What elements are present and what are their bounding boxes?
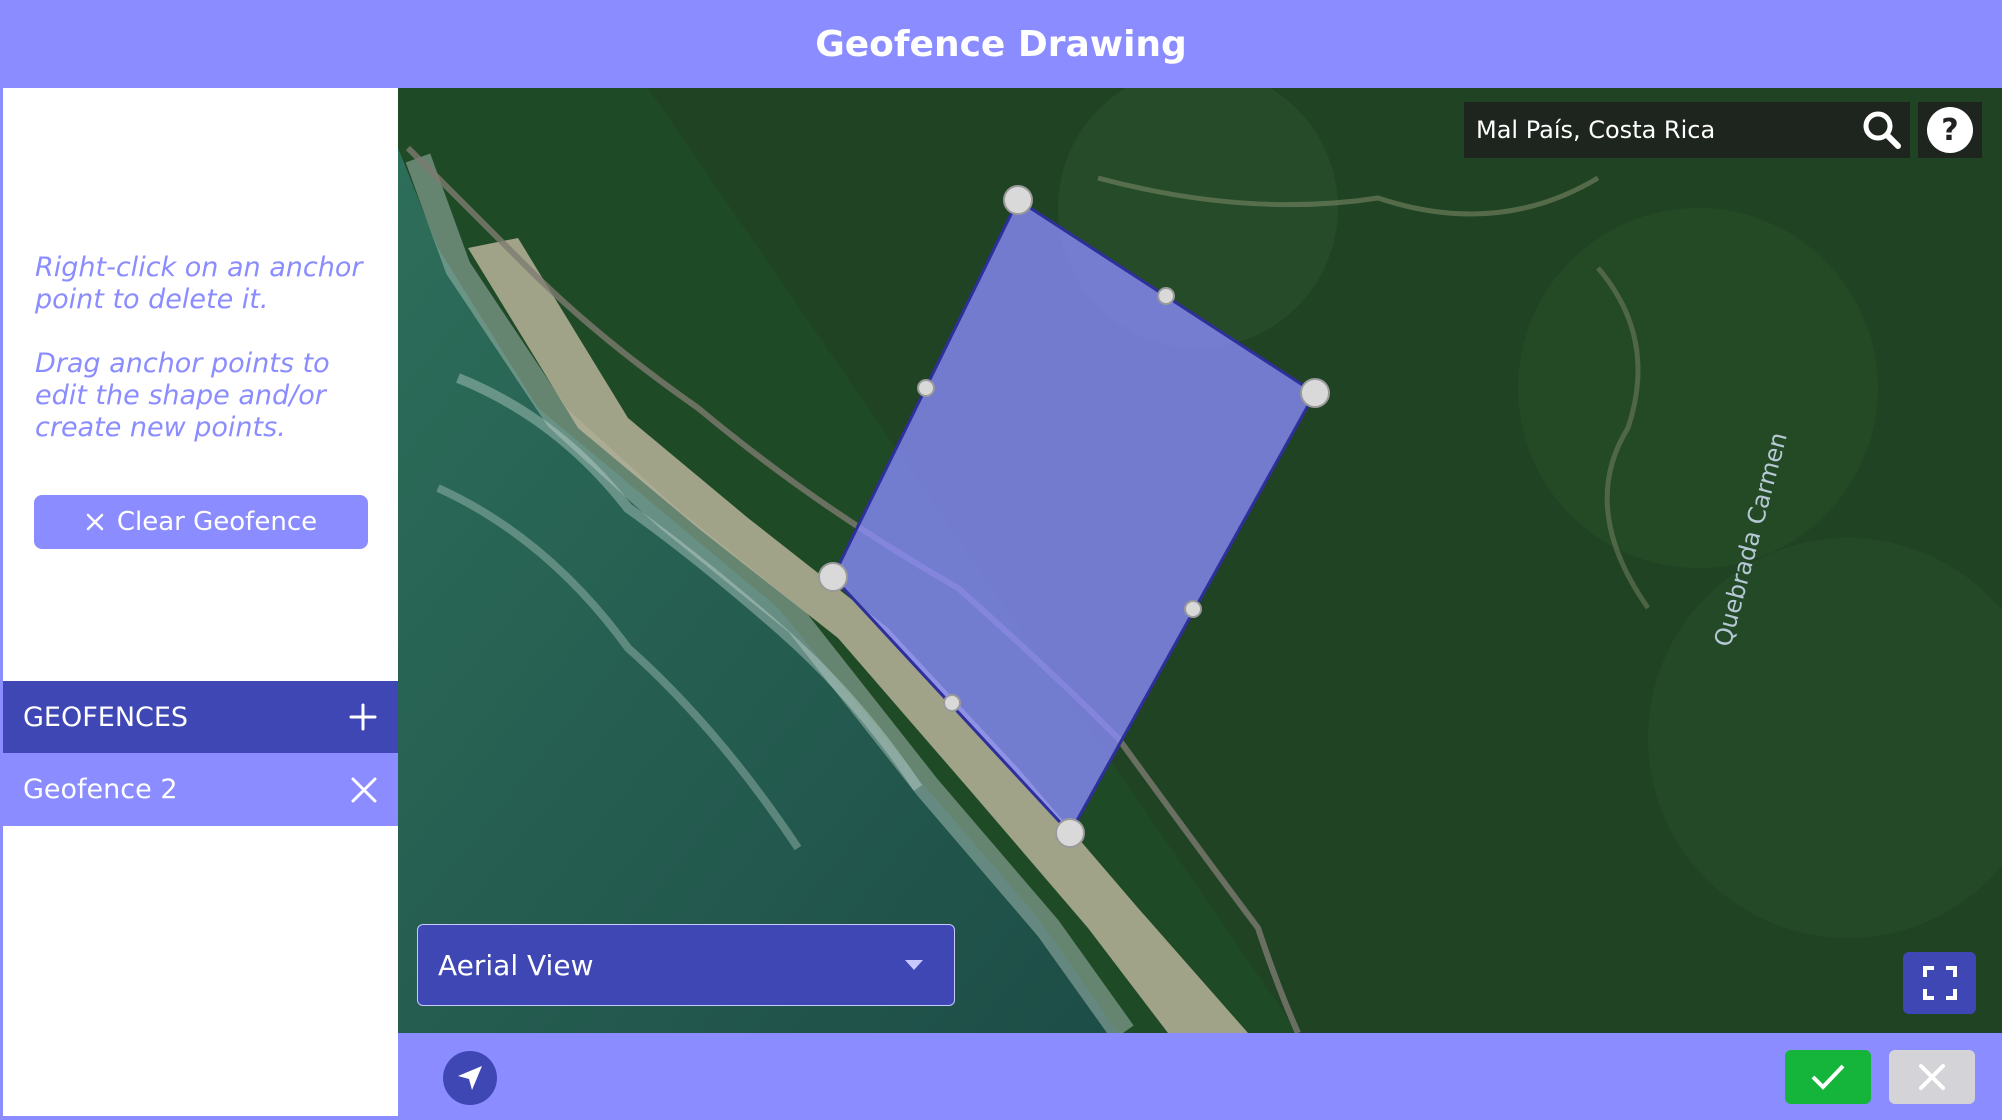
help-button[interactable]: ? [1918, 102, 1982, 158]
search-button[interactable] [1854, 102, 1910, 158]
midpoint-handle [917, 379, 935, 397]
search-input[interactable] [1474, 115, 1854, 145]
map-view-select[interactable]: Aerial View [417, 924, 955, 1006]
fullscreen-icon [1922, 966, 1957, 1000]
geofences-header: GEOFENCES [3, 681, 398, 753]
cancel-button[interactable] [1889, 1050, 1975, 1104]
anchor-point [1055, 818, 1085, 848]
anchor-point [818, 562, 848, 592]
close-icon [86, 513, 104, 531]
page-title: Geofence Drawing [815, 23, 1187, 65]
anchor-point [1003, 185, 1033, 215]
fullscreen-button[interactable] [1903, 952, 1976, 1014]
help-icon: ? [1927, 107, 1973, 153]
locate-button[interactable] [443, 1051, 497, 1105]
close-icon [1919, 1064, 1945, 1090]
hint-delete-anchor: Right-click on an anchor point to delete… [35, 252, 363, 315]
geofence-list-item[interactable]: Geofence 2 [3, 753, 398, 826]
geofence-name: Geofence 2 [23, 774, 178, 805]
sidebar: Right-click on an anchor point to delete… [3, 88, 398, 1116]
checkmark-icon [1811, 1064, 1845, 1090]
satellite-imagery: Quebrada Carmen [398, 88, 2002, 1033]
midpoint-handle [1157, 287, 1175, 305]
clear-geofence-button[interactable]: Clear Geofence [34, 495, 368, 549]
map-canvas[interactable]: Quebrada Carmen ? Aerial View [398, 88, 2002, 1033]
midpoint-handle [1184, 600, 1202, 618]
map-view-selected: Aerial View [438, 948, 594, 982]
add-geofence-icon[interactable] [348, 702, 378, 732]
chevron-down-icon [905, 960, 923, 970]
footer-toolbar [398, 1033, 2002, 1120]
header: Geofence Drawing [0, 0, 2002, 88]
geofences-heading: GEOFENCES [23, 701, 189, 733]
search-icon [1863, 111, 1901, 149]
delete-geofence-icon[interactable] [350, 776, 378, 804]
navigation-arrow-icon [458, 1066, 482, 1090]
confirm-button[interactable] [1785, 1050, 1871, 1104]
location-search [1464, 102, 1910, 158]
anchor-point [1300, 378, 1330, 408]
hint-drag-anchor: Drag anchor points to edit the shape and… [35, 348, 330, 443]
midpoint-handle [943, 694, 961, 712]
clear-geofence-label: Clear Geofence [116, 507, 318, 537]
